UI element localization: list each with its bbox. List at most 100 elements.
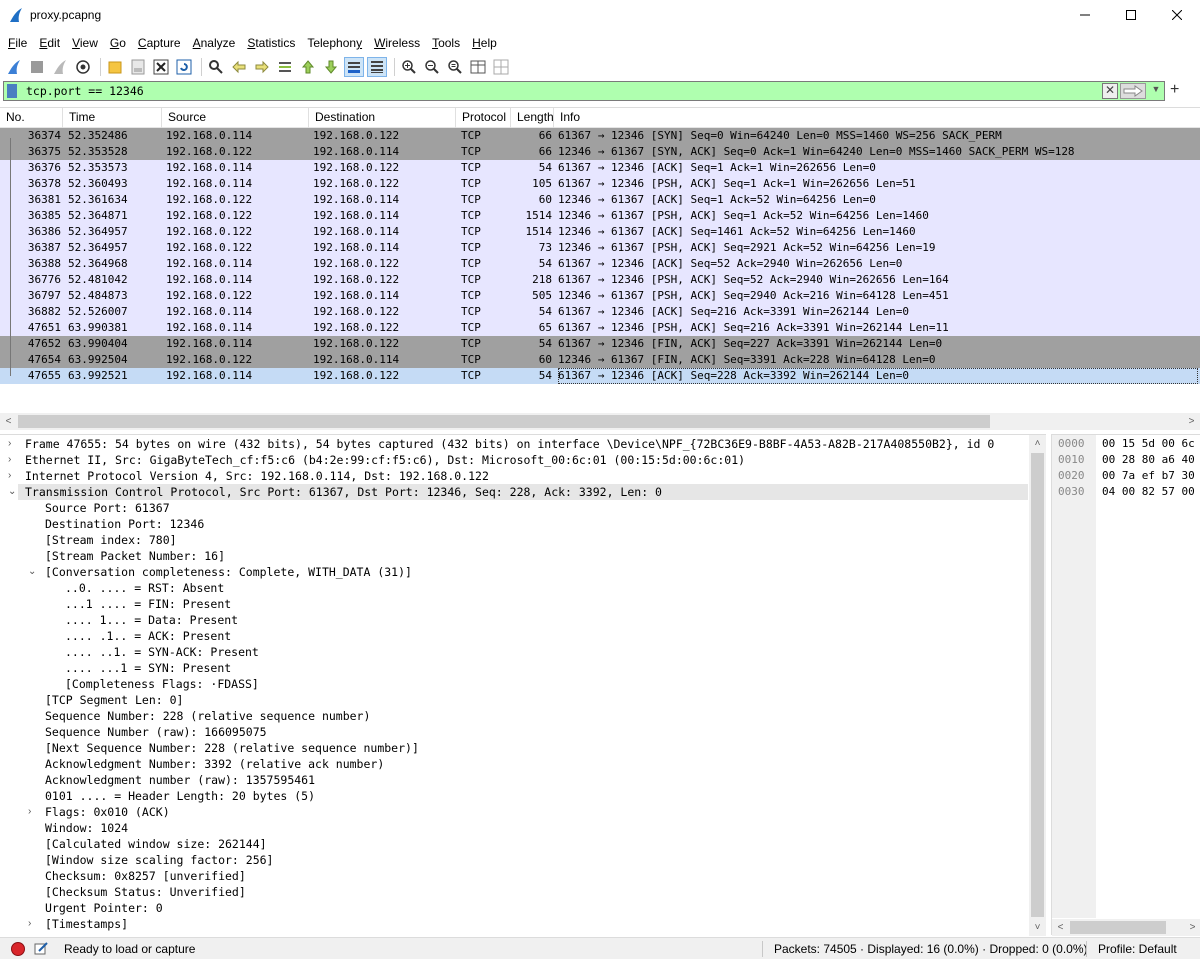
menu-wireless[interactable]: Wireless [368,33,426,53]
detail-row[interactable]: Ethernet II, Src: GigaByteTech_cf:f5:c6 … [25,452,745,468]
menu-go[interactable]: Go [104,33,132,53]
packet-row[interactable]: 36374 52.352486 192.168.0.114 192.168.0.122… [0,128,1200,144]
last-packet-button[interactable] [321,57,341,77]
detail-row[interactable]: Window: 1024 [45,820,128,836]
scroll-right-icon[interactable]: > [1184,919,1200,936]
chevron-right-icon[interactable]: › [28,916,38,932]
detail-row[interactable]: [Next Sequence Number: 228 (relative seq… [45,740,419,756]
detail-row[interactable]: [Stream Packet Number: 16] [45,548,225,564]
menu-analyze[interactable]: Analyze [187,33,242,53]
capture-options-button[interactable] [73,57,93,77]
byte-hex[interactable]: 00 28 80 a6 40 [1102,452,1195,468]
detail-row[interactable]: Flags: 0x010 (ACK) [45,804,170,820]
packet-row[interactable]: 36381 52.361634 192.168.0.122 192.168.0.114… [0,192,1200,208]
packet-row[interactable]: 36388 52.364968 192.168.0.114 192.168.0.122… [0,256,1200,272]
menu-edit[interactable]: Edit [33,33,66,53]
menu-help[interactable]: Help [466,33,503,53]
column-header-source[interactable]: Source [162,108,309,128]
zoom-out-button[interactable] [422,57,442,77]
colorize-button[interactable] [367,57,387,77]
detail-row[interactable]: [Completeness Flags: ·FDASS] [65,676,259,692]
detail-row[interactable]: Acknowledgment Number: 3392 (relative ac… [45,756,384,772]
packet-row[interactable]: 36375 52.353528 192.168.0.122 192.168.0.114… [0,144,1200,160]
byte-hex[interactable]: 04 00 82 57 00 [1102,484,1195,500]
edit-comment-icon[interactable] [34,941,49,956]
menu-tools[interactable]: Tools [426,33,466,53]
layout-button[interactable] [491,57,511,77]
chevron-down-icon[interactable]: ⌄ [28,564,38,580]
bookmark-icon[interactable] [7,84,17,98]
first-packet-button[interactable] [298,57,318,77]
detail-row[interactable]: [Stream index: 780] [45,532,177,548]
scrollbar-thumb[interactable] [1031,453,1044,917]
column-header-length[interactable]: Length [511,108,554,128]
menu-statistics[interactable]: Statistics [241,33,301,53]
minimize-button[interactable] [1062,0,1108,30]
scroll-right-icon[interactable]: > [1183,413,1200,430]
packet-row[interactable]: 47652 63.990404 192.168.0.114 192.168.0.122… [0,336,1200,352]
go-to-packet-button[interactable] [275,57,295,77]
zoom-in-button[interactable] [399,57,419,77]
detail-row[interactable]: Acknowledgment number (raw): 1357595461 [45,772,315,788]
packet-row[interactable]: 47651 63.990381 192.168.0.114 192.168.0.122… [0,320,1200,336]
scroll-down-icon[interactable]: ˅ [1029,919,1046,936]
close-button[interactable] [1154,0,1200,30]
detail-row[interactable]: [Checksum Status: Unverified] [45,884,246,900]
scrollbar-thumb[interactable] [18,415,990,428]
detail-row[interactable]: [Timestamps] [45,916,128,932]
packet-row[interactable]: 47655 63.992521 192.168.0.114 192.168.0.122… [0,368,1200,384]
maximize-button[interactable] [1108,0,1154,30]
packet-row[interactable]: 36385 52.364871 192.168.0.122 192.168.0.114… [0,208,1200,224]
packet-row[interactable]: 36776 52.481042 192.168.0.114 192.168.0.122… [0,272,1200,288]
chevron-right-icon[interactable]: › [8,452,18,468]
column-header-time[interactable]: Time [63,108,162,128]
chevron-right-icon[interactable]: › [8,436,18,452]
detail-row[interactable]: .... 1... = Data: Present [65,612,238,628]
scroll-left-icon[interactable]: < [0,413,17,430]
detail-row[interactable]: [Calculated window size: 262144] [45,836,267,852]
detail-row[interactable]: .... .1.. = ACK: Present [65,628,231,644]
detail-row[interactable]: Sequence Number (raw): 166095075 [45,724,267,740]
column-header-destination[interactable]: Destination [309,108,456,128]
chevron-right-icon[interactable]: › [8,468,18,484]
reload-file-button[interactable] [174,57,194,77]
display-filter-input[interactable]: tcp.port == 12346 [26,84,144,98]
menu-capture[interactable]: Capture [132,33,187,53]
bytes-horizontal-scrollbar[interactable]: < > [1052,919,1200,936]
detail-row[interactable]: .... ...1 = SYN: Present [65,660,231,676]
menu-view[interactable]: View [66,33,104,53]
packet-list-horizontal-scrollbar[interactable]: < > [0,413,1200,430]
start-capture-button[interactable] [4,57,24,77]
add-filter-button-button[interactable]: + [1170,81,1184,101]
detail-row[interactable]: [Window size scaling factor: 256] [45,852,273,868]
profile-selector[interactable]: Profile: Default [1098,942,1177,956]
clear-filter-button[interactable]: ✕ [1102,83,1118,99]
save-file-button[interactable] [128,57,148,77]
normal-size-button[interactable] [445,57,465,77]
chevron-right-icon[interactable]: › [28,804,38,820]
scroll-up-icon[interactable]: ˄ [1029,435,1046,452]
detail-row[interactable]: Frame 47655: 54 bytes on wire (432 bits)… [25,436,994,452]
apply-filter-button[interactable] [1120,83,1146,99]
detail-row[interactable]: [TCP Segment Len: 0] [45,692,183,708]
menu-telephony[interactable]: Telephony [301,33,368,53]
detail-row[interactable]: Source Port: 61367 [45,500,170,516]
go-back-button[interactable] [229,57,249,77]
packet-row[interactable]: 36386 52.364957 192.168.0.122 192.168.0.114… [0,224,1200,240]
detail-row[interactable]: ...1 .... = FIN: Present [65,596,231,612]
go-forward-button[interactable] [252,57,272,77]
chevron-down-icon[interactable]: ⌄ [8,484,18,500]
column-header-protocol[interactable]: Protocol [456,108,511,128]
open-file-button[interactable] [105,57,125,77]
detail-row[interactable]: 0101 .... = Header Length: 20 bytes (5) [45,788,315,804]
restart-capture-button[interactable] [50,57,70,77]
details-vertical-scrollbar[interactable]: ˄ ˅ [1029,435,1046,936]
packet-row[interactable]: 36376 52.353573 192.168.0.114 192.168.0.122… [0,160,1200,176]
packet-row[interactable]: 36378 52.360493 192.168.0.114 192.168.0.122… [0,176,1200,192]
scrollbar-thumb[interactable] [1070,921,1166,934]
detail-row[interactable]: .... ..1. = SYN-ACK: Present [65,644,259,660]
detail-row[interactable]: Destination Port: 12346 [45,516,204,532]
filter-history-dropdown[interactable]: ▼ [1150,84,1162,98]
detail-row[interactable]: Sequence Number: 228 (relative sequence … [45,708,370,724]
packet-row[interactable]: 36882 52.526007 192.168.0.114 192.168.0.122… [0,304,1200,320]
